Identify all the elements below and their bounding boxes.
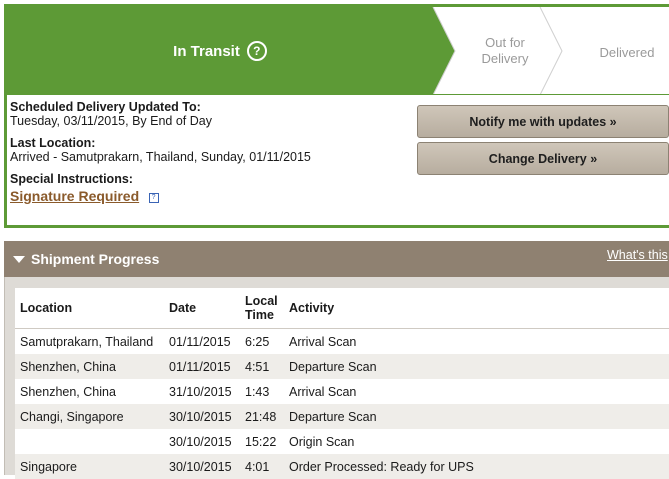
help-icon[interactable]: ? [148, 192, 159, 203]
change-delivery-button[interactable]: Change Delivery » [417, 142, 669, 175]
caret-down-icon[interactable] [13, 255, 25, 263]
progress-tracker: In Transit ? Out for Delivery Delivered [7, 7, 669, 95]
table-row: Singapore 30/10/2015 4:01 Order Processe… [15, 454, 669, 479]
col-local-time: Local Time [240, 288, 284, 329]
signature-required-link[interactable]: Signature Required [10, 188, 139, 204]
shipment-progress-header[interactable]: Shipment Progress [4, 241, 669, 277]
shipment-progress-table: Location Date Local Time Activity Samutp… [15, 288, 669, 479]
row-date: 01/11/2015 [164, 354, 240, 379]
special-instructions-value: Signature Required ? [10, 188, 410, 204]
scheduled-delivery-value: Tuesday, 03/11/2015, By End of Day [10, 114, 212, 128]
table-row: Shenzhen, China 31/10/2015 1:43 Arrival … [15, 379, 669, 404]
row-date: 30/10/2015 [164, 404, 240, 429]
row-location: Samutprakarn, Thailand [15, 328, 164, 354]
shipment-progress-title: Shipment Progress [31, 251, 160, 267]
row-location: Shenzhen, China [15, 379, 164, 404]
row-date: 30/10/2015 [164, 454, 240, 479]
row-activity: Origin Scan [284, 429, 669, 454]
last-location-label: Last Location: [10, 136, 96, 150]
help-circle-icon[interactable]: ? [246, 41, 267, 61]
row-location: Shenzhen, China [15, 354, 164, 379]
row-activity: Arrival Scan [284, 379, 669, 404]
step-out-for-delivery-line1: Out for [485, 35, 525, 50]
table-header-row: Location Date Local Time Activity [15, 288, 669, 329]
row-activity: Departure Scan [284, 354, 669, 379]
row-time: 6:25 [240, 328, 284, 354]
col-location: Location [15, 288, 164, 329]
row-time: 4:01 [240, 454, 284, 479]
step-in-transit-label: In Transit [173, 42, 240, 60]
row-time: 1:43 [240, 379, 284, 404]
row-activity: Arrival Scan [284, 328, 669, 354]
scheduled-delivery-label: Scheduled Delivery Updated To: [10, 100, 201, 114]
row-location: Changi, Singapore [15, 404, 164, 429]
row-activity: Order Processed: Ready for UPS [284, 454, 669, 479]
step-out-for-delivery: Out for Delivery [455, 7, 555, 95]
step-delivered-label: Delivered [599, 45, 655, 60]
col-local-time-line1: Local [245, 294, 278, 308]
delivery-details: Scheduled Delivery Updated To: Tuesday, … [10, 100, 410, 204]
row-date: 30/10/2015 [164, 429, 240, 454]
row-date: 01/11/2015 [164, 328, 240, 354]
col-local-time-line2: Time [245, 308, 274, 322]
col-date: Date [164, 288, 240, 329]
row-date: 31/10/2015 [164, 379, 240, 404]
notify-button[interactable]: Notify me with updates » [417, 105, 669, 138]
table-row: Samutprakarn, Thailand 01/11/2015 6:25 A… [15, 328, 669, 354]
row-activity: Departure Scan [284, 404, 669, 429]
special-instructions-label: Special Instructions: [10, 172, 133, 186]
col-activity: Activity [284, 288, 669, 329]
row-location [15, 429, 164, 454]
table-row: 30/10/2015 15:22 Origin Scan [15, 429, 669, 454]
step-out-for-delivery-line2: Delivery [481, 51, 529, 66]
row-time: 15:22 [240, 429, 284, 454]
row-time: 4:51 [240, 354, 284, 379]
table-row: Changi, Singapore 30/10/2015 21:48 Depar… [15, 404, 669, 429]
last-location-value: Arrived - Samutprakarn, Thailand, Sunday… [10, 150, 311, 164]
whats-this-link[interactable]: What's this [607, 248, 669, 262]
table-row: Shenzhen, China 01/11/2015 4:51 Departur… [15, 354, 669, 379]
step-delivered: Delivered [577, 9, 669, 97]
step-in-transit: In Transit ? [7, 7, 433, 95]
row-time: 21:48 [240, 404, 284, 429]
row-location: Singapore [15, 454, 164, 479]
